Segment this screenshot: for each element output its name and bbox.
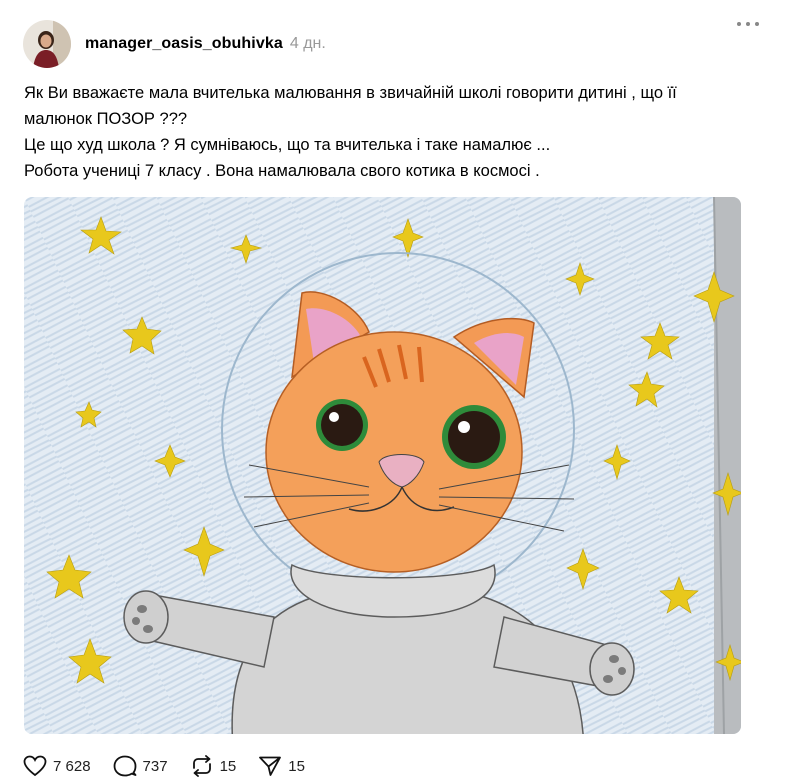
more-dot bbox=[755, 22, 759, 26]
repost-count: 15 bbox=[219, 757, 237, 775]
send-icon bbox=[258, 755, 282, 777]
post-text-line: Це що худ школа ? Я сумніваюсь, що та вч… bbox=[24, 136, 551, 154]
username[interactable]: manager_oasis_obuhivka bbox=[85, 35, 283, 53]
more-dots-icon bbox=[737, 22, 741, 26]
comment-count: 737 bbox=[142, 757, 168, 775]
like-button[interactable]: 7 628 bbox=[23, 755, 91, 777]
timestamp[interactable]: 4 дн. bbox=[290, 35, 326, 53]
more-dot bbox=[746, 22, 750, 26]
repost-button[interactable]: 15 bbox=[190, 755, 237, 777]
post-header: manager_oasis_obuhivka 4 дн. bbox=[23, 20, 787, 68]
share-button[interactable]: 15 bbox=[258, 755, 305, 777]
share-count: 15 bbox=[288, 757, 305, 775]
post-actions: 7 628 737 15 15 bbox=[23, 752, 327, 780]
post-text: Як Ви вважаєте мала вчителька малювання … bbox=[24, 80, 769, 184]
comment-button[interactable]: 737 bbox=[113, 755, 168, 777]
heart-icon bbox=[23, 755, 47, 777]
avatar[interactable] bbox=[23, 20, 71, 68]
post-text-line: Як Ви вважаєте мала вчителька малювання … bbox=[24, 84, 677, 102]
repost-icon bbox=[190, 755, 214, 777]
post-text-line: малюнок ПОЗОР ??? bbox=[24, 110, 188, 128]
cat-in-space-drawing bbox=[24, 197, 741, 734]
post-text-line: Робота учениці 7 класу . Вона намалювала… bbox=[24, 162, 540, 180]
like-count: 7 628 bbox=[53, 757, 91, 775]
post-image[interactable] bbox=[24, 197, 741, 734]
more-options-button[interactable] bbox=[737, 14, 759, 34]
comment-bubble-icon bbox=[113, 755, 137, 777]
